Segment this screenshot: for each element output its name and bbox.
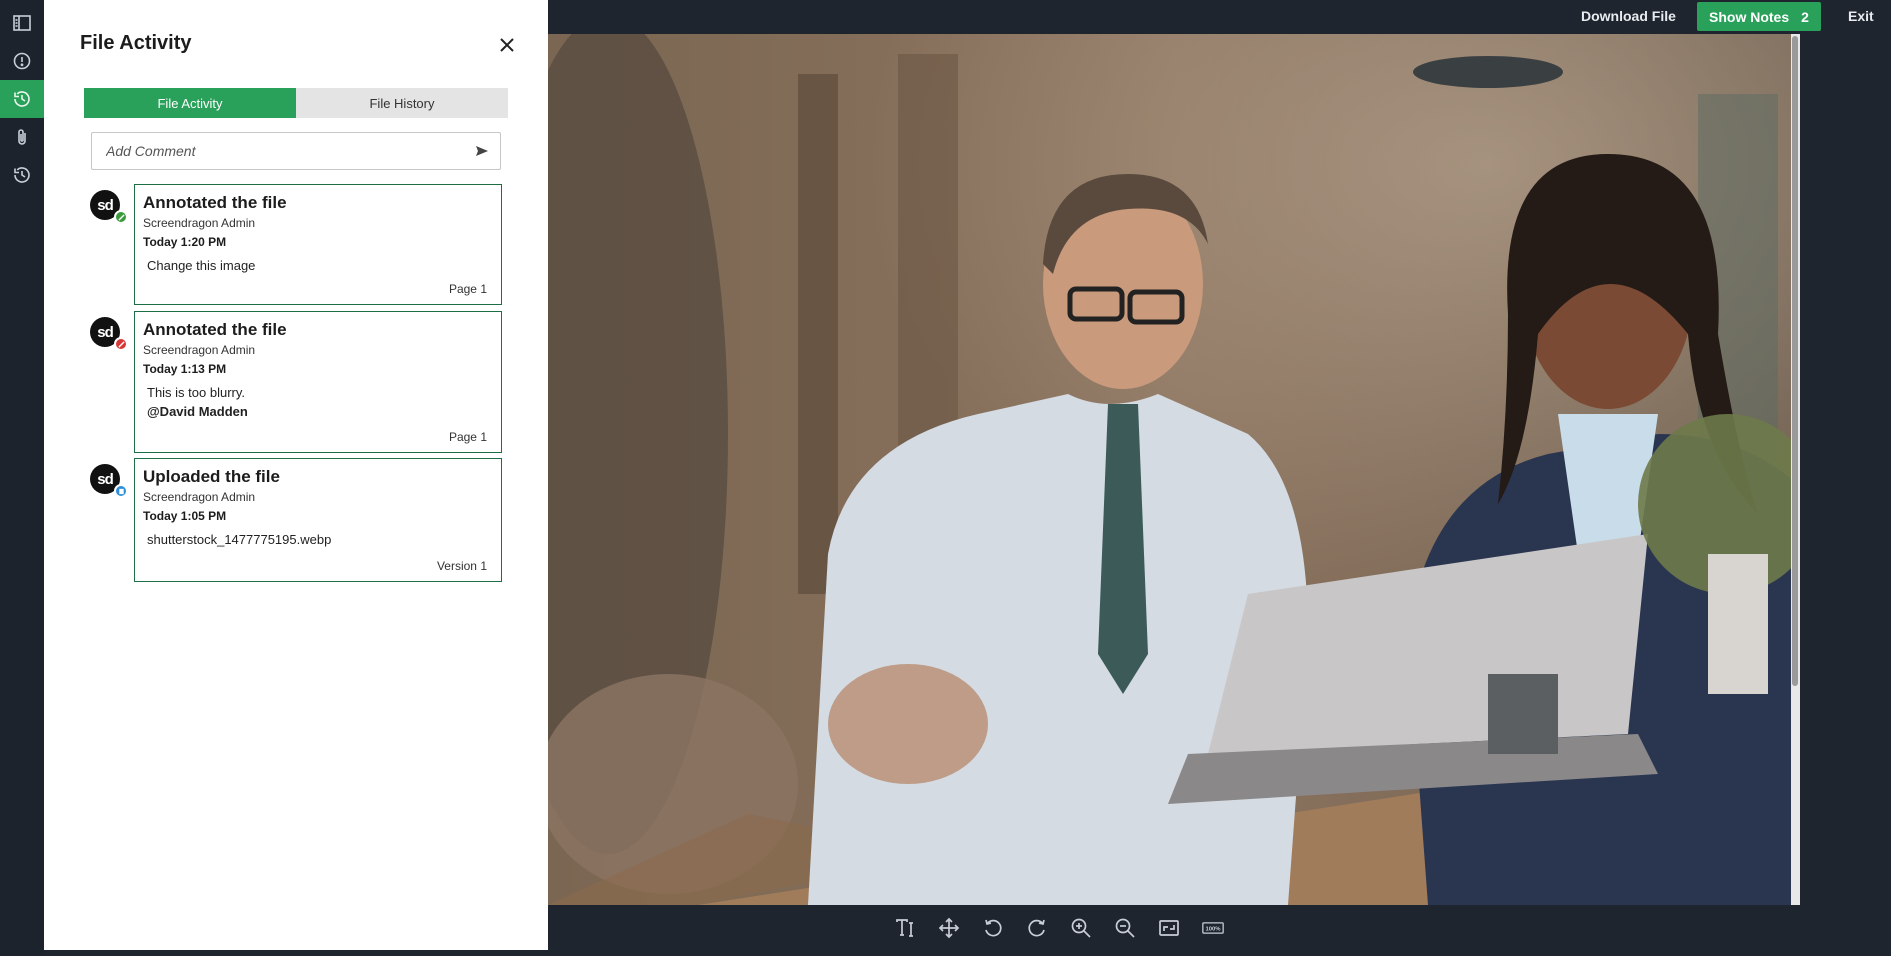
text-tool-icon [896, 919, 913, 937]
activity-comment-text: This is too blurry. [147, 385, 246, 400]
pencil-icon [117, 213, 125, 221]
move-tool-button[interactable] [934, 913, 964, 943]
activity-comment: Change this image [147, 258, 256, 273]
fit-screen-icon [1159, 920, 1179, 936]
activity-title: Uploaded the file [143, 467, 280, 486]
mention-link[interactable]: @David Madden [147, 404, 489, 419]
show-notes-button[interactable]: Show Notes 2 [1697, 2, 1821, 31]
actual-size-icon: 100% [1202, 922, 1224, 934]
activity-comment: This is too blurry. @David Madden [143, 385, 489, 419]
file-icon [118, 488, 124, 494]
add-comment-input[interactable] [92, 133, 464, 169]
comment-box [91, 132, 501, 170]
uploaded-filename: shutterstock_1477775195.webp [147, 532, 332, 547]
vertical-scrollbar[interactable] [1791, 34, 1800, 905]
tab-file-activity[interactable]: File Activity [84, 88, 296, 118]
actual-size-label: 100% [1205, 927, 1221, 933]
show-notes-label: Show Notes [1709, 8, 1790, 25]
info-button[interactable] [0, 42, 44, 80]
annotation-badge [114, 210, 128, 224]
annotation-badge [114, 337, 128, 351]
download-file-button[interactable]: Download File [1581, 0, 1676, 32]
activity-title: Annotated the file [143, 193, 287, 212]
close-panel-button[interactable] [496, 34, 518, 56]
activity-page-ref: Page 1 [448, 430, 487, 444]
image-viewer[interactable] [548, 34, 1800, 905]
send-comment-button[interactable] [464, 133, 500, 169]
rotate-left-icon [985, 919, 1002, 937]
zoom-out-button[interactable] [1110, 913, 1140, 943]
actual-size-button[interactable]: 100% [1198, 913, 1228, 943]
office-photo-image [548, 34, 1800, 905]
activity-page-ref: Page 1 [448, 282, 487, 296]
info-icon [13, 52, 31, 70]
activity-user: Screendragon Admin [143, 216, 256, 230]
panel-title: File Activity [80, 32, 192, 54]
text-tool-button[interactable] [890, 913, 920, 943]
activity-time: Today 1:05 PM [143, 509, 227, 523]
activity-button[interactable] [0, 80, 44, 118]
send-icon [476, 146, 488, 156]
history-button[interactable] [0, 156, 44, 194]
rotate-right-button[interactable] [1022, 913, 1052, 943]
activity-tabs: File Activity File History [84, 88, 508, 118]
fit-screen-button[interactable] [1154, 913, 1184, 943]
sidebar-toggle-button[interactable] [0, 4, 44, 42]
activity-clock-icon [14, 91, 30, 107]
exit-button[interactable]: Exit [1848, 0, 1874, 32]
activity-version-ref: Version 1 [436, 559, 487, 573]
activity-time: Today 1:13 PM [143, 362, 227, 376]
activity-card[interactable]: Annotated the file Screendragon Admin To… [134, 184, 502, 305]
activity-user: Screendragon Admin [143, 343, 256, 357]
pencil-icon [117, 340, 125, 348]
upload-badge [114, 484, 128, 498]
history-icon [14, 167, 30, 183]
close-icon [500, 38, 514, 52]
file-activity-panel: File Activity File Activity File History… [44, 0, 548, 950]
zoom-out-icon [1115, 918, 1135, 938]
activity-card[interactable]: Annotated the file Screendragon Admin To… [134, 311, 502, 453]
activity-user: Screendragon Admin [143, 490, 256, 504]
activity-time: Today 1:20 PM [143, 235, 227, 249]
move-icon [938, 917, 960, 939]
icon-rail [0, 0, 44, 956]
activity-title: Annotated the file [143, 320, 287, 339]
rotate-right-icon [1028, 919, 1045, 937]
scrollbar-thumb[interactable] [1792, 36, 1798, 686]
zoom-in-icon [1071, 918, 1091, 938]
attachment-icon [18, 129, 26, 145]
viewer-toolbar: 100% [890, 913, 1228, 943]
tab-file-history[interactable]: File History [296, 88, 508, 118]
notes-count-badge: 2 [1801, 8, 1809, 25]
activity-card[interactable]: Uploaded the file Screendragon Admin Tod… [134, 458, 502, 582]
attachments-button[interactable] [0, 118, 44, 156]
rotate-left-button[interactable] [978, 913, 1008, 943]
sidebar-toggle-icon [13, 15, 31, 31]
zoom-in-button[interactable] [1066, 913, 1096, 943]
